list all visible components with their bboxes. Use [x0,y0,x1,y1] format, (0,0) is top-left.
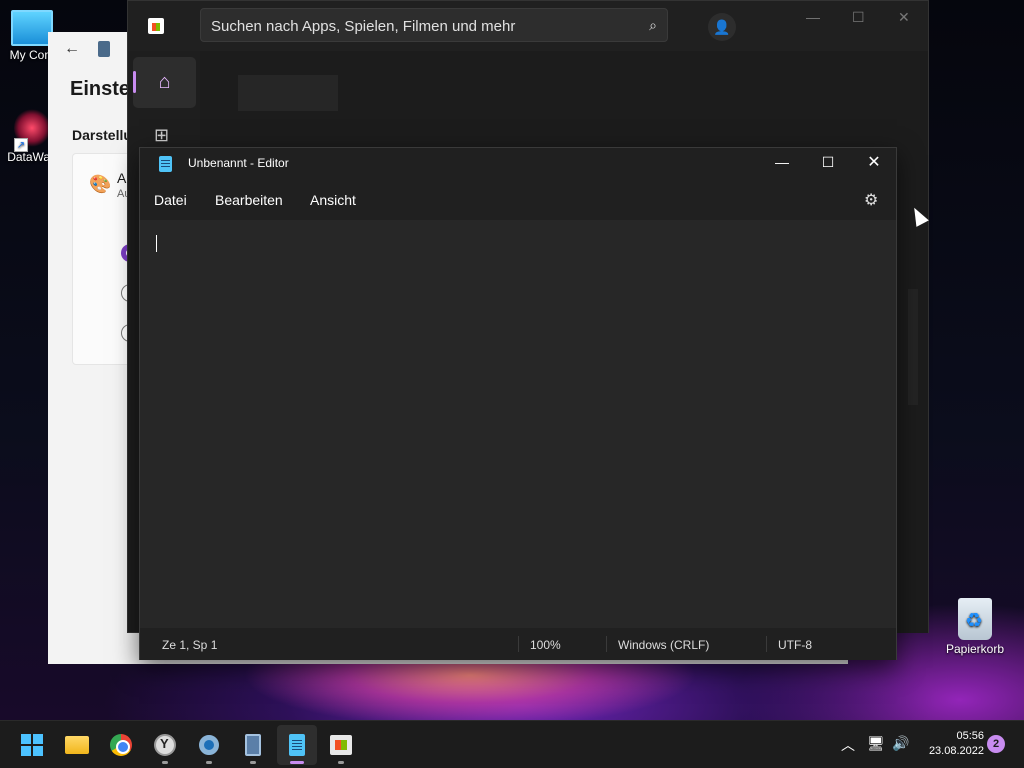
apps-grid-icon: ⊞ [154,125,170,145]
maximize-icon[interactable]: ☐ [852,9,865,26]
status-position: Ze 1, Sp 1 [162,638,218,652]
windows-start-icon [21,734,43,756]
start-button[interactable] [12,725,52,765]
window-title: Unbenannt - Editor [188,156,289,170]
text-caret [156,235,157,252]
taskbar-clock[interactable] [145,725,185,765]
running-indicator [338,761,344,764]
status-encoding: UTF-8 [778,638,812,652]
store-icon [330,735,352,755]
minimize-icon[interactable]: — [806,9,820,25]
status-divider [518,636,519,652]
status-divider [606,636,607,652]
chrome-icon [110,734,132,756]
calculator-icon [245,734,261,756]
store-search-input[interactable]: Suchen nach Apps, Spielen, Filmen und me… [200,8,668,42]
taskbar-file-explorer[interactable] [57,725,97,765]
settings-app-icon [98,41,110,57]
taskbar: ︿ 🖥 🔊 05:56 23.08.2022 2 [0,720,1024,768]
clock-app-icon [154,734,176,756]
settings-gear-icon[interactable]: ⚙ [864,190,878,210]
network-icon[interactable]: 🖥 [867,735,885,752]
tray-time: 05:56 [956,730,984,742]
menu-file[interactable]: Datei [154,192,187,208]
store-icon [148,18,164,34]
recycle-bin-icon [958,598,992,640]
close-icon[interactable]: ✕ [898,9,910,26]
status-bar: Ze 1, Sp 1 100% Windows (CRLF) UTF-8 [140,628,896,660]
notification-badge[interactable]: 2 [987,735,1005,753]
taskbar-chrome[interactable] [101,725,141,765]
settings-section-title: Darstellu [72,127,132,143]
taskbar-store[interactable] [321,725,361,765]
search-icon[interactable]: ⌕ [649,17,657,34]
desktop-icon-recycle-bin[interactable]: Papierkorb [944,598,1006,656]
loading-placeholder [238,75,338,111]
back-arrow-icon[interactable]: ← [64,40,80,58]
tray-date: 23.08.2022 [928,745,984,757]
minimize-button[interactable]: — [770,154,794,170]
home-icon: ⌂ [158,71,171,93]
running-indicator [206,761,212,764]
notepad-icon [159,156,172,172]
card-title: A [117,170,127,186]
clock-tray[interactable]: 05:56 23.08.2022 [920,729,984,759]
running-indicator [250,761,256,764]
taskbar-calculator[interactable] [233,725,273,765]
store-scroll-block [908,289,918,405]
maximize-button[interactable]: ☐ [816,154,840,171]
profile-icon[interactable]: 👤 [708,13,736,41]
status-zoom: 100% [530,638,561,652]
text-editor[interactable] [140,220,896,628]
menu-edit[interactable]: Bearbeiten [215,192,283,208]
palette-icon: 🎨 [89,174,112,194]
running-indicator [290,761,304,764]
menu-view[interactable]: Ansicht [310,192,356,208]
desktop-icon-label: Papierkorb [945,642,1005,656]
settings-gear-icon [199,735,219,755]
store-titlebar: Suchen nach Apps, Spielen, Filmen und me… [128,1,928,51]
search-placeholder: Suchen nach Apps, Spielen, Filmen und me… [211,18,516,35]
chevron-up-icon[interactable]: ︿ [841,735,855,755]
computer-icon [11,10,53,46]
shortcut-arrow-icon: ↗ [14,138,28,152]
nav-home[interactable]: ⌂ [133,57,196,108]
settings-title: Einstel [70,78,136,100]
status-line-ending: Windows (CRLF) [618,638,710,652]
volume-icon[interactable]: 🔊 [892,735,909,752]
folder-icon [65,736,89,754]
nav-apps[interactable]: ⊞ [154,125,169,146]
notepad-window: Unbenannt - Editor — ☐ ✕ Datei Bearbeite… [139,147,897,660]
menu-bar: Datei Bearbeiten Ansicht ⚙ [140,180,896,220]
taskbar-notepad[interactable] [277,725,317,765]
running-indicator [162,761,168,764]
taskbar-settings[interactable] [189,725,229,765]
notepad-titlebar[interactable]: Unbenannt - Editor — ☐ ✕ [140,148,896,180]
close-button[interactable]: ✕ [862,152,886,172]
notepad-icon [289,734,305,756]
status-divider [766,636,767,652]
